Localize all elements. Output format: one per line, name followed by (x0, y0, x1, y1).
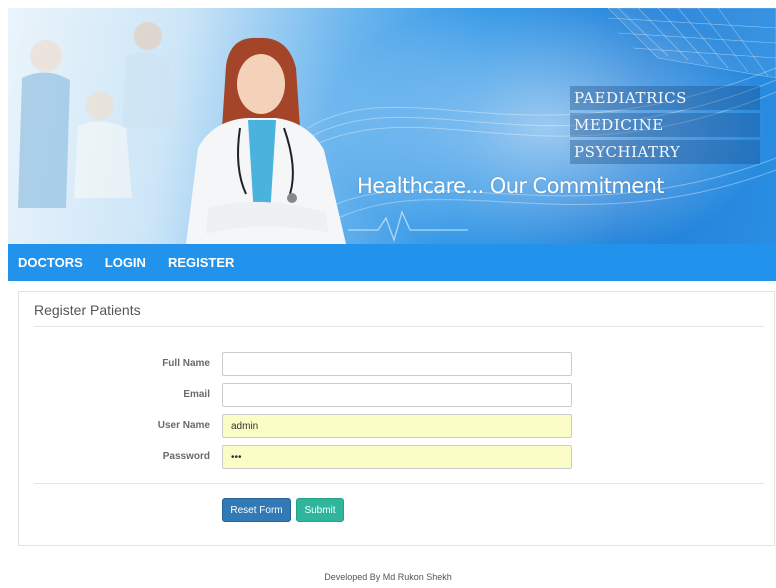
full-name-input[interactable] (222, 352, 572, 376)
nav-doctors[interactable]: DOCTORS (18, 255, 83, 270)
department-label: MEDICINE (570, 113, 760, 137)
divider (34, 483, 764, 484)
nav-register[interactable]: REGISTER (168, 255, 234, 270)
reset-form-button[interactable]: Reset Form (222, 498, 291, 522)
banner-slogan: Healthcare... Our Commitment (357, 174, 665, 198)
footer-credit: Developed By Md Rukon Shekh (324, 572, 452, 582)
submit-button[interactable]: Submit (296, 498, 344, 522)
register-panel: Register Patients Full Name Email User N… (18, 291, 775, 546)
main-nav: DOCTORS LOGIN REGISTER (8, 244, 776, 281)
password-input[interactable] (222, 445, 572, 469)
department-label: PSYCHIATRY (570, 140, 760, 164)
email-row: Email (19, 383, 719, 407)
panel-title: Register Patients (34, 302, 141, 318)
username-input[interactable] (222, 414, 572, 438)
divider (34, 326, 764, 327)
full-name-label: Full Name (162, 358, 210, 369)
email-label: Email (183, 389, 210, 400)
username-row: User Name (19, 414, 719, 438)
email-input[interactable] (222, 383, 572, 407)
page: PAEDIATRICS MEDICINE PSYCHIATRY Healthca… (0, 0, 776, 588)
password-row: Password (19, 445, 719, 469)
password-label: Password (162, 451, 210, 462)
department-label: PAEDIATRICS (570, 86, 760, 110)
nav-login[interactable]: LOGIN (105, 255, 146, 270)
full-name-row: Full Name (19, 352, 719, 376)
header-banner: PAEDIATRICS MEDICINE PSYCHIATRY Healthca… (8, 8, 776, 244)
username-label: User Name (157, 420, 210, 431)
